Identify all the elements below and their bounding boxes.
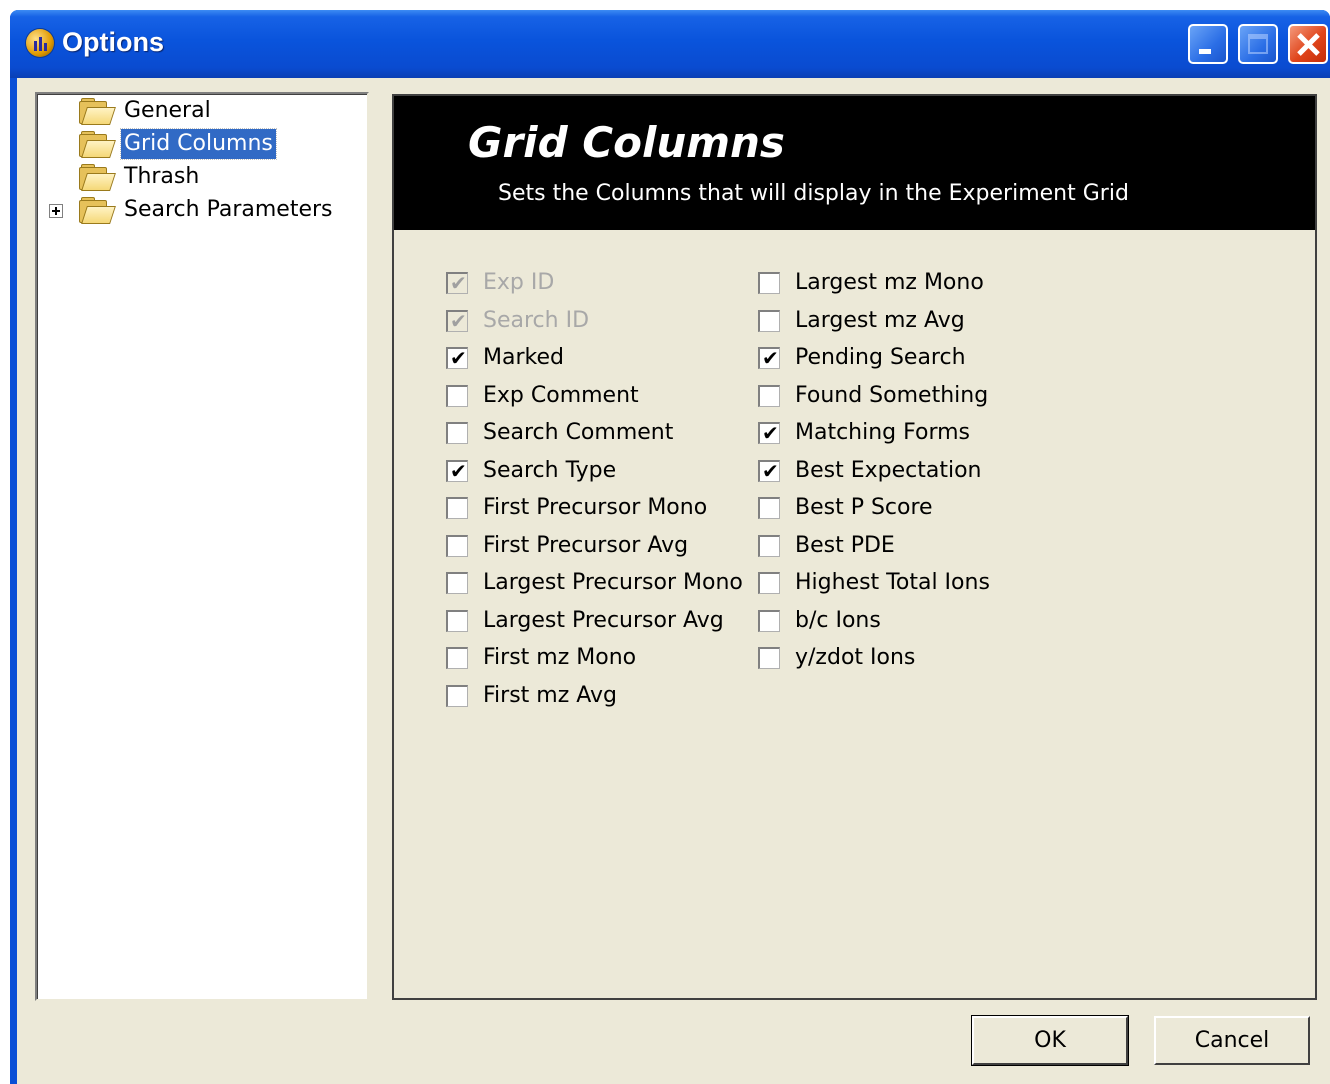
tree-item-label: Search Parameters [124,197,333,222]
column-checkbox[interactable] [446,422,468,444]
column-option-label: Search ID [483,307,590,333]
folder-icon [79,197,116,224]
column-checkbox: ✔ [446,271,468,295]
column-checkbox[interactable] [446,684,468,707]
expand-plus-icon[interactable] [49,204,63,218]
column-checkbox[interactable] [446,647,468,669]
column-checkbox[interactable] [758,572,780,594]
folder-icon [79,164,116,191]
column-checkbox[interactable]: ✔ [758,421,780,445]
checkmark-icon: ✔ [762,346,779,370]
tree-item-search-parameters[interactable]: Search Parameters [37,194,367,226]
column-option-label: First mz Mono [483,645,637,670]
column-checkbox[interactable]: ✔ [446,346,468,370]
column-checkbox[interactable] [758,497,780,519]
checkmark-icon: ✔ [450,308,467,333]
column-checkbox[interactable] [758,647,780,669]
tree-item-grid-columns[interactable]: Grid Columns [37,128,367,160]
app-icon [26,29,54,57]
dialog-body: General Grid Columns Thrash Search Param… [17,78,1330,1084]
tree-item-general[interactable]: General [37,95,367,127]
window-title: Options [62,27,164,57]
column-option-label: b/c Ions [795,607,881,633]
folder-icon [79,131,116,158]
column-option-label: Marked [483,345,564,370]
column-option-label: First mz Avg [483,682,618,708]
checkmark-icon: ✔ [762,458,779,483]
column-option-label: Search Type [483,457,617,483]
checkmark-icon: ✔ [450,346,467,370]
cancel-button[interactable]: Cancel [1154,1016,1310,1065]
panel-subtitle: Sets the Columns that will display in th… [498,181,1129,206]
column-option-label: First Precursor Mono [483,495,708,520]
folder-icon [79,98,116,125]
column-option-label: Best P Score [795,495,933,520]
grid-columns-panel: Grid Columns Sets the Columns that will … [392,94,1317,1000]
column-option-label: Highest Total Ions [795,570,990,595]
column-checkbox[interactable] [446,534,468,557]
column-option-label: Best Expectation [795,457,982,483]
column-checkbox[interactable]: ✔ [758,346,780,370]
tree-item-label: General [124,98,211,123]
column-checkbox[interactable] [758,534,780,557]
column-option-label: Largest Precursor Mono [483,570,743,595]
column-checkbox[interactable] [446,609,468,632]
checkmark-icon: ✔ [450,271,467,295]
column-option-label: Largest Precursor Avg [483,607,724,633]
options-window: Options General Grid Columns Thrash Sear… [10,10,1330,1084]
panel-banner: Grid Columns Sets the Columns that will … [394,96,1315,230]
column-option-label: First Precursor Avg [483,532,689,558]
column-option-label: Pending Search [795,345,966,370]
tree-item-label: Grid Columns [120,128,277,160]
column-checkbox[interactable] [446,497,468,519]
minimize-button[interactable] [1188,24,1228,64]
column-option-label: Found Something [795,382,989,408]
close-button[interactable] [1288,24,1328,64]
column-checkbox[interactable] [758,272,780,294]
column-option-label: Exp ID [483,270,555,295]
tree-item-label: Thrash [124,164,200,189]
column-option-label: Best PDE [795,532,895,558]
column-checkbox[interactable] [758,609,780,632]
tree-item-thrash[interactable]: Thrash [37,161,367,193]
column-checkbox: ✔ [446,308,468,333]
column-option-label: y/zdot Ions [795,645,916,670]
title-bar[interactable]: Options [10,10,1330,78]
checkmark-icon: ✔ [762,421,779,445]
checkmark-icon: ✔ [450,458,467,483]
column-checkbox[interactable]: ✔ [446,458,468,483]
column-checkbox[interactable] [446,384,468,407]
ok-button[interactable]: OK [971,1015,1129,1066]
column-checkbox[interactable]: ✔ [758,458,780,483]
column-option-label: Search Comment [483,420,674,445]
column-checkbox[interactable] [758,309,780,332]
column-option-label: Matching Forms [795,420,971,445]
column-option-label: Largest mz Avg [795,307,965,333]
column-checkbox[interactable] [758,384,780,407]
column-checkbox[interactable] [446,572,468,594]
column-option-label: Largest mz Mono [795,270,984,295]
column-option-label: Exp Comment [483,382,639,408]
panel-title: Grid Columns [468,118,785,167]
maximize-button[interactable] [1238,24,1278,64]
options-tree[interactable]: General Grid Columns Thrash Search Param… [35,92,369,1001]
